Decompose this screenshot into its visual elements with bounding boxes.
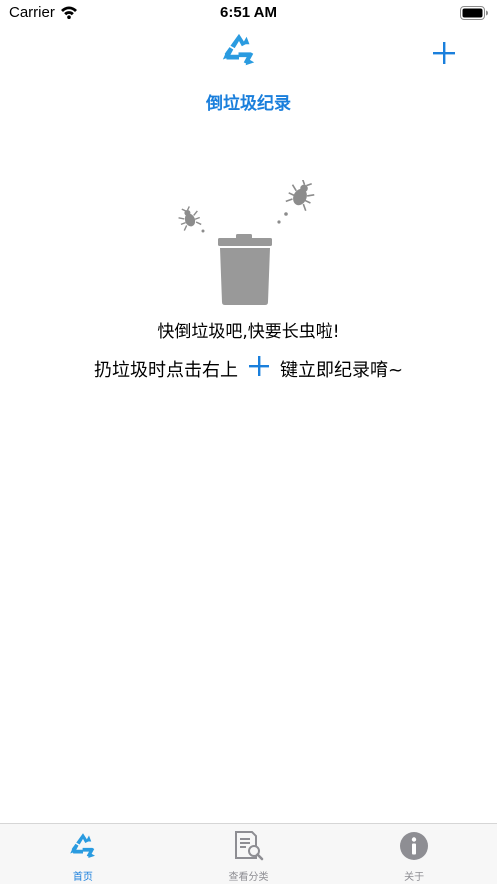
add-button[interactable]	[429, 38, 459, 68]
plus-icon	[248, 355, 270, 382]
recycle-icon	[220, 31, 258, 73]
empty-hint: 扔垃圾时点击右上 键立即纪录唷~	[0, 355, 497, 382]
tab-bar: 首页 查看分类 关于	[0, 823, 497, 884]
hint-text-after: 键立即纪录唷~	[279, 359, 404, 381]
empty-trash-illustration	[176, 179, 326, 314]
tab-home[interactable]: 首页	[0, 824, 166, 884]
bug-icon	[178, 206, 202, 231]
recycle-icon	[67, 831, 99, 865]
trash-can-icon	[218, 234, 272, 305]
empty-message: 快倒垃圾吧,快要长虫啦!	[157, 322, 340, 342]
page-title: 倒垃圾纪录	[206, 94, 291, 114]
tab-label: 查看分类	[228, 872, 269, 883]
tab-about[interactable]: 关于	[331, 824, 497, 884]
clock: 6:51 AM	[220, 4, 277, 21]
bug-icon	[285, 179, 315, 211]
tab-label: 首页	[72, 872, 93, 883]
battery-icon	[460, 5, 489, 24]
hint-text-before: 扔垃圾时点击右上	[93, 359, 238, 381]
document-search-icon	[233, 831, 265, 865]
tab-label: 关于	[404, 872, 425, 883]
tab-categories[interactable]: 查看分类	[166, 824, 332, 884]
plus-icon	[433, 42, 455, 64]
info-icon	[399, 831, 429, 865]
status-bar: Carrier 6:51 AM	[0, 0, 497, 26]
